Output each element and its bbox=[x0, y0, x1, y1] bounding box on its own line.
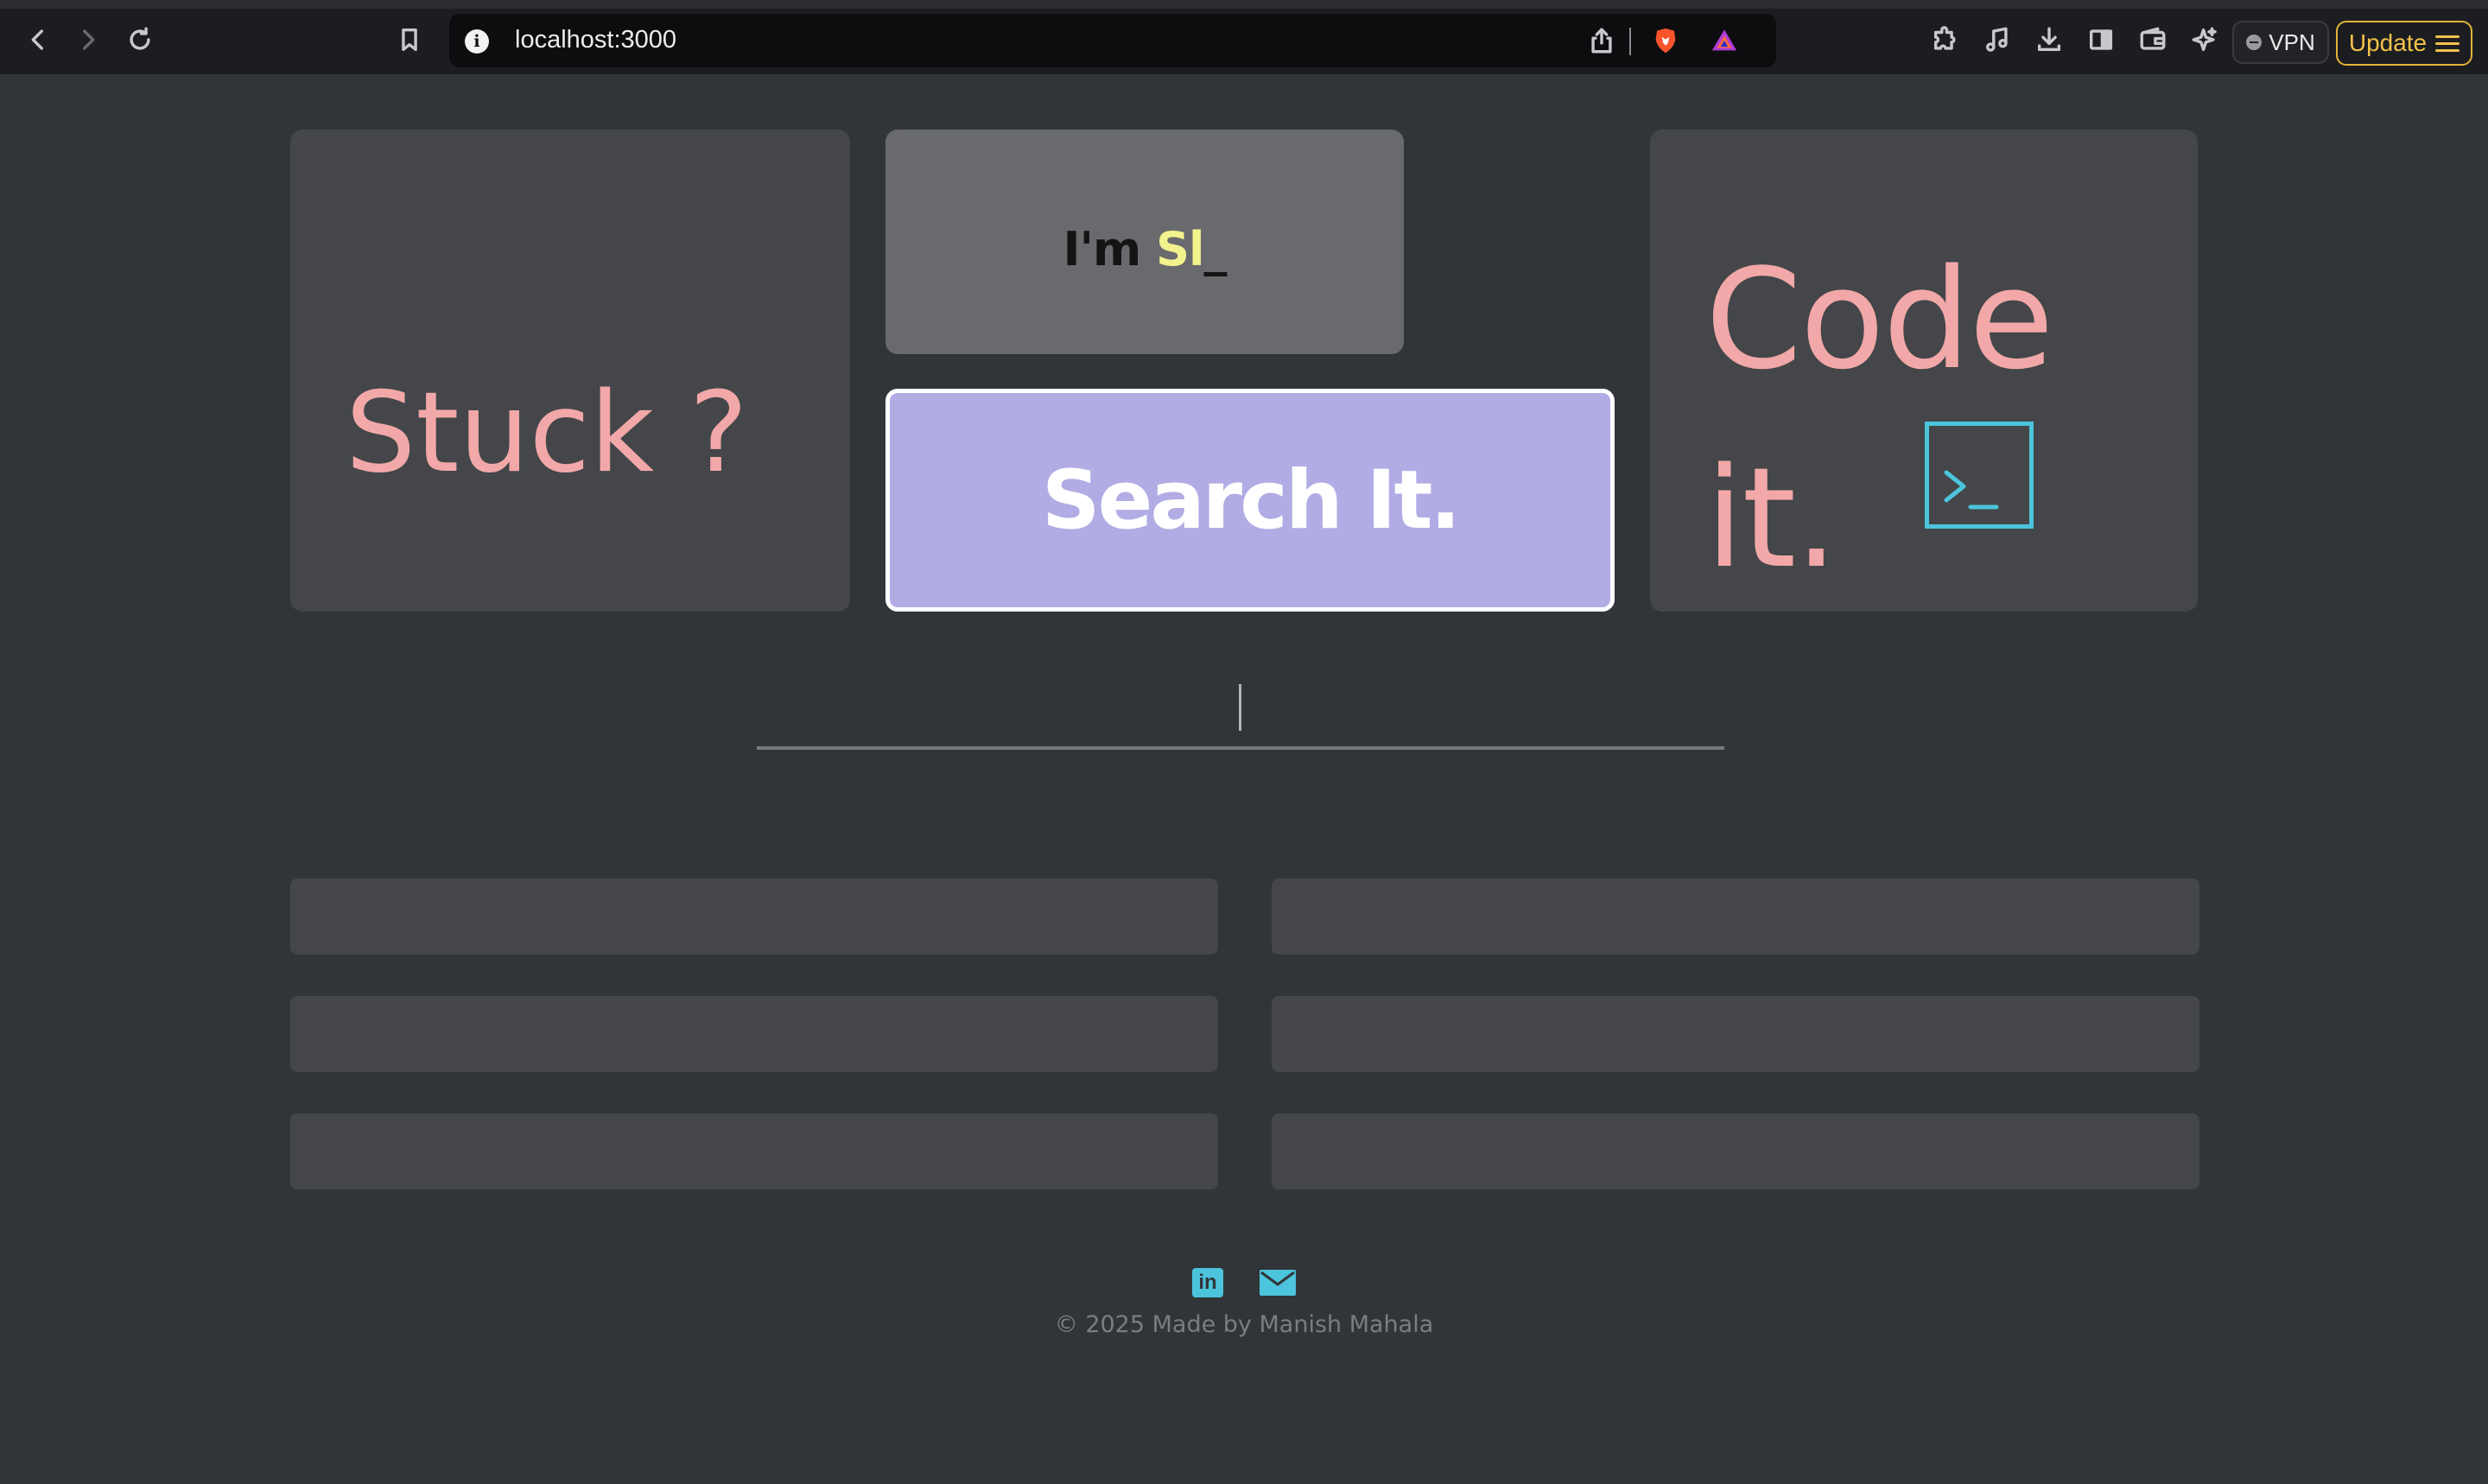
sidebar-icon[interactable] bbox=[2082, 21, 2120, 59]
vpn-label: VPN bbox=[2269, 29, 2315, 55]
update-button[interactable]: Update bbox=[2336, 21, 2472, 66]
address-bar[interactable]: i localhost:3000 bbox=[449, 14, 1776, 67]
menu-icon bbox=[2435, 35, 2460, 52]
url-text[interactable]: localhost:3000 bbox=[515, 26, 676, 54]
bookmark-icon[interactable] bbox=[390, 21, 428, 59]
typing-cursor: _ bbox=[1203, 221, 1228, 276]
update-label: Update bbox=[2348, 29, 2428, 56]
mail-icon[interactable] bbox=[1260, 1270, 1296, 1296]
code-text-line1: Code bbox=[1705, 238, 2054, 400]
typing-highlight: Sl bbox=[1156, 221, 1204, 276]
result-placeholder bbox=[290, 1113, 1218, 1189]
wallet-icon[interactable] bbox=[2134, 21, 2172, 59]
code-card: Code it. bbox=[1650, 130, 2198, 612]
linkedin-icon[interactable]: in bbox=[1192, 1268, 1223, 1297]
back-icon[interactable] bbox=[19, 21, 57, 59]
terminal-icon bbox=[1925, 422, 2034, 529]
share-icon[interactable] bbox=[1583, 22, 1621, 60]
linkedin-label: in bbox=[1198, 1271, 1217, 1294]
brave-shield-icon[interactable] bbox=[1647, 22, 1685, 60]
search-field[interactable] bbox=[757, 674, 1724, 753]
typing-prefix: I'm bbox=[1063, 221, 1157, 276]
result-placeholder bbox=[1272, 1113, 2199, 1189]
vpn-button[interactable]: VPN bbox=[2232, 21, 2329, 64]
vpn-status-icon bbox=[2246, 35, 2263, 50]
divider bbox=[1629, 28, 1631, 55]
social-links: in bbox=[1192, 1265, 1299, 1299]
stuck-card: Stuck ? bbox=[290, 130, 850, 612]
info-icon[interactable]: i bbox=[465, 29, 489, 54]
typing-text: I'm Sl_ bbox=[1063, 208, 1228, 276]
search-it-button[interactable]: Search It. bbox=[885, 389, 1615, 612]
extensions-icon[interactable] bbox=[1926, 21, 1964, 59]
reload-icon[interactable] bbox=[121, 21, 159, 59]
forward-icon[interactable] bbox=[69, 21, 107, 59]
leo-icon[interactable] bbox=[2186, 21, 2224, 59]
result-placeholder bbox=[1272, 878, 2199, 954]
code-text-line2: it. bbox=[1705, 437, 1838, 599]
typing-card: I'm Sl_ bbox=[885, 130, 1404, 354]
result-placeholder bbox=[290, 878, 1218, 954]
stuck-text: Stuck ? bbox=[346, 369, 748, 498]
copyright-text: © 2025 Made by Manish Mahala bbox=[1054, 1311, 1434, 1338]
rewards-icon[interactable] bbox=[1705, 22, 1743, 60]
downloads-icon[interactable] bbox=[2030, 21, 2068, 59]
search-it-label: Search It. bbox=[1041, 453, 1461, 548]
result-placeholder bbox=[1272, 996, 2199, 1072]
result-placeholder bbox=[290, 996, 1218, 1072]
browser-toolbar: i localhost:3000 VPN Update bbox=[0, 0, 2488, 74]
text-caret bbox=[1239, 684, 1241, 731]
media-icon[interactable] bbox=[1978, 21, 2016, 59]
